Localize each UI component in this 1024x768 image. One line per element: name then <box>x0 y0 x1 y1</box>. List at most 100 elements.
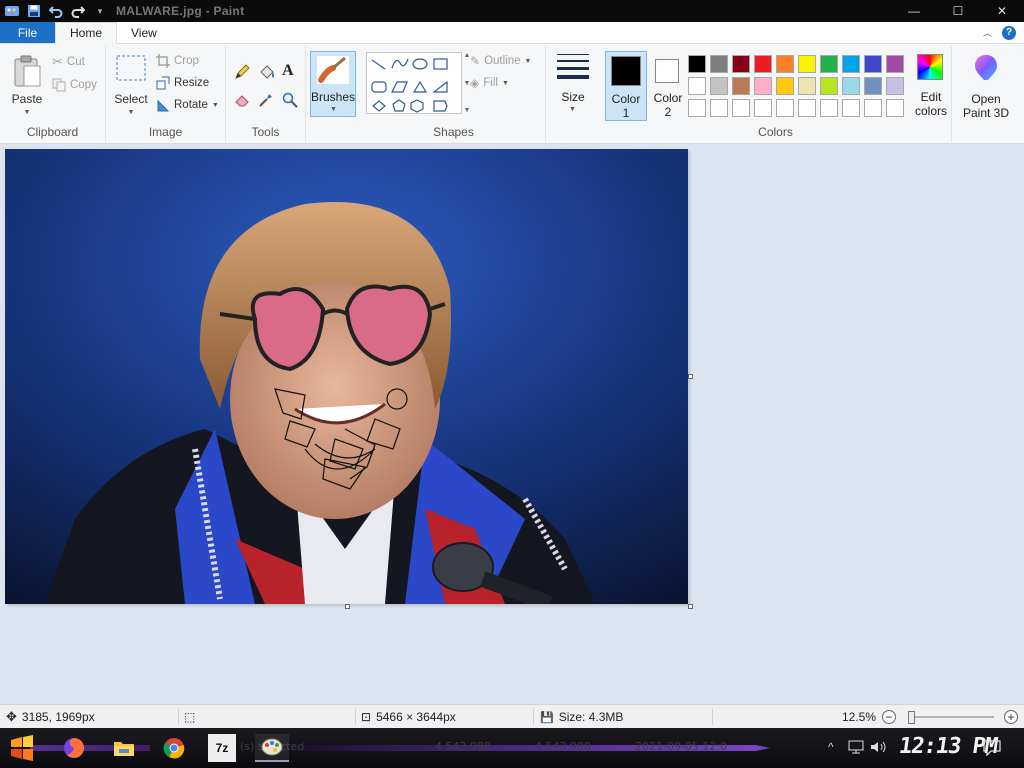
palette-swatch[interactable] <box>842 77 860 95</box>
palette-swatch[interactable] <box>754 99 772 117</box>
palette-swatch[interactable] <box>710 55 728 73</box>
palette-swatch[interactable] <box>710 99 728 117</box>
text-tool-icon[interactable]: A <box>282 62 294 80</box>
fill-button[interactable]: ◈ Fill ▼ <box>470 76 509 90</box>
palette-swatch[interactable] <box>798 99 816 117</box>
palette-swatch[interactable] <box>886 77 904 95</box>
color-picker-icon[interactable] <box>258 92 274 108</box>
cut-button[interactable]: ✂ Cut <box>52 54 85 70</box>
palette-swatch[interactable] <box>842 55 860 73</box>
copy-button[interactable]: Copy <box>52 78 97 92</box>
resize-handle-corner[interactable] <box>688 604 693 609</box>
expand-gallery-icon[interactable]: ▼ <box>464 107 471 114</box>
tab-view[interactable]: View <box>117 22 171 43</box>
palette-swatch[interactable] <box>864 99 882 117</box>
palette-swatch[interactable] <box>886 55 904 73</box>
image-canvas[interactable] <box>5 149 688 604</box>
save-icon[interactable] <box>26 3 42 19</box>
outline-button[interactable]: ✎ Outline ▼ <box>470 54 531 68</box>
edit-colors-button[interactable]: Edit colors <box>910 52 952 122</box>
zoom-out-button[interactable]: − <box>882 710 896 724</box>
rotate-dropdown-icon[interactable]: ▼ <box>212 102 219 109</box>
zoom-slider-track[interactable] <box>908 716 994 718</box>
canvas-workspace[interactable] <box>0 144 1024 704</box>
resize-handle-right[interactable] <box>688 374 693 379</box>
palette-swatch[interactable] <box>886 99 904 117</box>
undo-icon[interactable] <box>48 3 64 19</box>
palette-swatch[interactable] <box>820 55 838 73</box>
palette-swatch[interactable] <box>732 99 750 117</box>
notification-icon[interactable] <box>983 740 1001 759</box>
palette-swatch[interactable] <box>798 77 816 95</box>
fill-dropdown-icon[interactable]: ▼ <box>502 80 509 87</box>
chrome-icon[interactable] <box>160 734 188 762</box>
eraser-icon[interactable] <box>234 92 250 108</box>
7zip-icon[interactable]: 7z <box>208 734 236 762</box>
tab-file[interactable]: File <box>0 22 55 43</box>
palette-swatch[interactable] <box>864 77 882 95</box>
palette-swatch[interactable] <box>732 55 750 73</box>
customize-toolbar-icon[interactable]: ▾ <box>92 3 108 19</box>
paste-button[interactable]: Paste ▼ <box>8 54 46 120</box>
size-dropdown-icon[interactable]: ▼ <box>569 106 576 113</box>
color2-button[interactable]: Color 2 <box>650 51 686 121</box>
collapse-ribbon-icon[interactable]: ︿ <box>983 26 992 39</box>
fill-icon: ◈ <box>470 76 480 90</box>
palette-swatch[interactable] <box>798 55 816 73</box>
minimize-button[interactable]: — <box>892 0 936 22</box>
shapes-group-label: Shapes <box>433 125 474 139</box>
color1-button[interactable]: Color 1 <box>605 51 647 121</box>
resize-button[interactable]: Resize <box>156 76 209 90</box>
selection-size: ⬚ <box>184 705 195 729</box>
open-paint3d-button[interactable]: Open Paint 3D <box>958 52 1014 122</box>
palette-swatch[interactable] <box>688 55 706 73</box>
palette-swatch[interactable] <box>776 77 794 95</box>
firefox-icon[interactable] <box>60 734 88 762</box>
select-button[interactable]: Select ▼ <box>112 54 150 120</box>
redo-icon[interactable] <box>70 3 86 19</box>
size-button[interactable]: Size ▼ <box>552 52 594 120</box>
select-dropdown-icon[interactable]: ▼ <box>128 106 135 120</box>
network-icon[interactable] <box>848 740 864 757</box>
palette-swatch[interactable] <box>710 77 728 95</box>
outline-dropdown-icon[interactable]: ▼ <box>525 58 532 65</box>
shapes-gallery[interactable] <box>366 52 462 114</box>
pencil-icon[interactable] <box>234 64 250 80</box>
palette-swatch[interactable] <box>732 77 750 95</box>
tab-home[interactable]: Home <box>55 22 118 44</box>
select-rectangle-icon <box>116 55 146 81</box>
rotate-button[interactable]: Rotate ▼ <box>156 98 219 112</box>
start-logo-icon <box>11 735 33 761</box>
palette-swatch[interactable] <box>688 77 706 95</box>
palette-swatch[interactable] <box>842 99 860 117</box>
zoom-in-button[interactable]: + <box>1004 710 1018 724</box>
start-button[interactable] <box>8 734 36 762</box>
palette-swatch[interactable] <box>820 77 838 95</box>
resize-handle-bottom[interactable] <box>345 604 350 609</box>
palette-swatch[interactable] <box>688 99 706 117</box>
palette-swatch[interactable] <box>776 55 794 73</box>
palette-swatch[interactable] <box>820 99 838 117</box>
brushes-button[interactable]: Brushes ▼ <box>310 51 356 117</box>
tray-overflow-icon[interactable]: ^ <box>828 740 834 754</box>
image-group-label: Image <box>148 125 183 139</box>
brushes-dropdown-icon[interactable]: ▼ <box>330 106 337 113</box>
paint-taskbar-icon[interactable] <box>255 734 289 762</box>
fill-bucket-icon[interactable] <box>258 64 276 80</box>
palette-swatch[interactable] <box>754 55 772 73</box>
help-icon[interactable]: ? <box>1002 25 1016 40</box>
palette-swatch[interactable] <box>776 99 794 117</box>
file-explorer-icon[interactable] <box>110 734 138 762</box>
paste-dropdown-icon[interactable]: ▼ <box>24 106 31 120</box>
crop-button[interactable]: Crop <box>156 54 199 68</box>
paint-app-icon[interactable] <box>4 3 20 19</box>
copy-icon <box>52 78 66 92</box>
palette-swatch[interactable] <box>754 77 772 95</box>
shapes-gallery-icons <box>371 58 448 113</box>
magnifier-icon[interactable] <box>282 92 298 108</box>
close-button[interactable]: ✕ <box>980 0 1024 22</box>
maximize-button[interactable]: ☐ <box>936 0 980 22</box>
volume-icon[interactable] <box>870 740 888 757</box>
palette-swatch[interactable] <box>864 55 882 73</box>
zoom-slider-thumb[interactable] <box>907 711 915 724</box>
